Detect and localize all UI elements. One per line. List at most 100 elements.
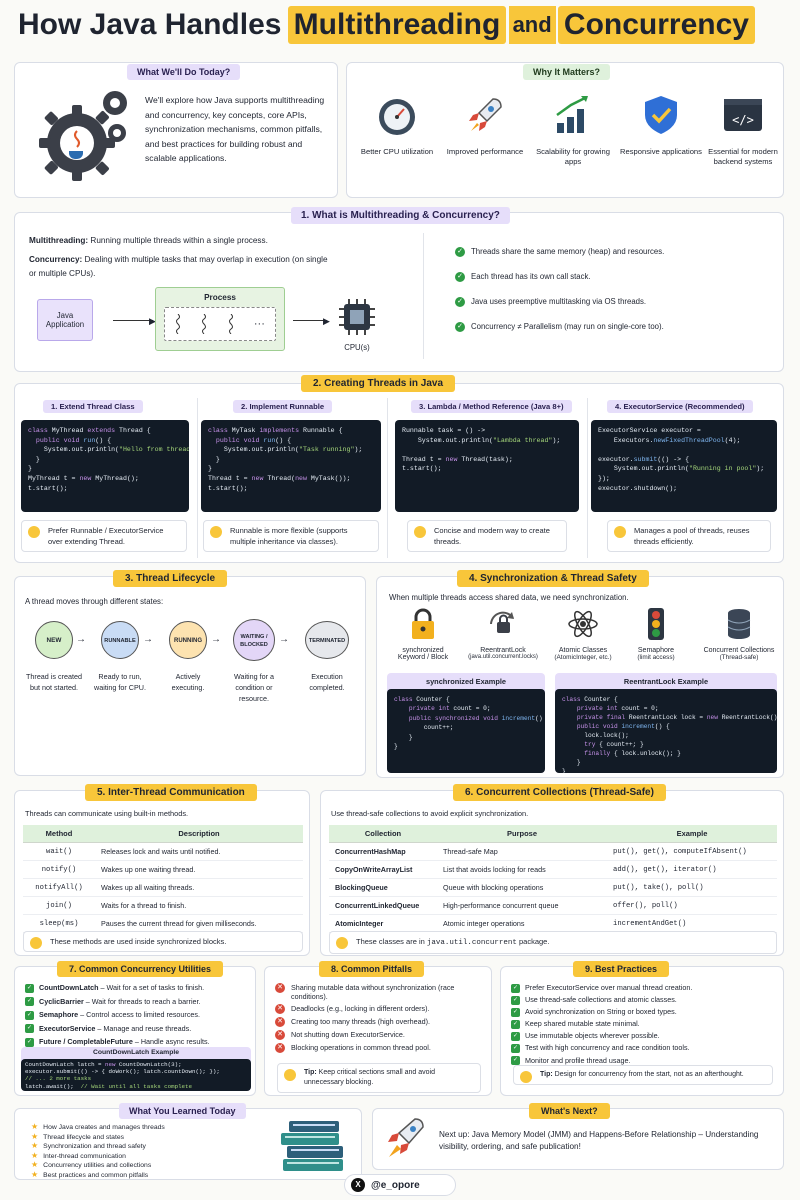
- next-body: Java Memory Model (JMM) and Happens-Befo…: [439, 1130, 759, 1151]
- arrow-process-cpu: [293, 320, 327, 321]
- table-row: notify() Wakes up one waiting thread.: [23, 860, 303, 879]
- code-lambda: Runnable task = () -> System.out.println…: [395, 420, 579, 512]
- thread-dots: ···: [253, 318, 265, 330]
- practice-text: Monitor and profile thread usage.: [525, 1055, 631, 1065]
- check-square-icon: ✓: [25, 1010, 34, 1020]
- concurrency-definition: Concurrency: Dealing with multiple tasks…: [29, 253, 329, 281]
- bulb-icon: [28, 526, 40, 538]
- practice-item: ✓ Test with high concurrency and race con…: [511, 1043, 781, 1054]
- section-4-tag: 4. Synchronization & Thread Safety: [457, 570, 649, 587]
- check-square-icon: ✓: [25, 997, 34, 1007]
- s2-divider-1: [197, 398, 198, 558]
- sync-name: Semaphore: [637, 647, 675, 654]
- s6-tip-code: java.util.concurrent: [426, 939, 517, 947]
- padlock-icon: [412, 608, 434, 639]
- thread-squiggles: ···: [164, 307, 276, 341]
- star-icon: ★: [31, 1150, 39, 1160]
- bulb-icon: [210, 526, 222, 538]
- why-label-performance: Improved performance: [446, 147, 524, 156]
- table-row: BlockingQueue Queue with blocking operati…: [329, 878, 777, 897]
- learned-item: ★ Synchronization and thread safety: [31, 1141, 251, 1152]
- why-card: Why It Matters? Better CPU utilization I…: [346, 62, 784, 198]
- why-item-cpu: Better CPU utilization: [355, 93, 439, 157]
- title-highlight-1: Multithreading: [287, 6, 507, 44]
- utility-name: Future / CompletableFuture: [39, 1037, 133, 1047]
- check-square-icon: ✓: [511, 1056, 520, 1066]
- best-practices-list: ✓ Prefer ExecutorService over manual thre…: [511, 983, 781, 1066]
- table-row: CopyOnWriteArrayList List that avoids loc…: [329, 860, 777, 879]
- collections-table: Collection Purpose Example ConcurrentHashM…: [329, 825, 777, 933]
- table-row: notifyAll() Wakes up all waiting threads.: [23, 878, 303, 897]
- section-8-tag: 8. Common Pitfalls: [319, 961, 425, 977]
- star-icon: ★: [31, 1122, 39, 1131]
- utility-desc: – Wait for a set of tasks to finish.: [100, 983, 205, 992]
- col-header: Description: [95, 825, 303, 843]
- process-label: Process: [204, 293, 236, 302]
- pitfall-text: Deadlocks (e.g., locking in different or…: [291, 1004, 430, 1013]
- collection-cell: BlockingQueue: [329, 878, 437, 897]
- lock-example-label: ReentrantLock Example: [623, 677, 709, 686]
- today-text: We'll explore how Java supports multithr…: [145, 95, 325, 163]
- check-text: Java uses preemptive multitasking via OS…: [471, 297, 647, 307]
- practice-item: ✓ Use immutable objects wherever possible…: [511, 1031, 781, 1041]
- sync-item-atomic: Atomic Classes (AtomicInteger, etc.): [541, 607, 625, 661]
- table-row: join() Waits for a thread to finish.: [23, 896, 303, 915]
- lifecycle-states: NEW → RUNNABLE → RUNNING → WAITING / BLO…: [15, 615, 367, 765]
- state-desc: Thread is created but not started.: [26, 672, 82, 692]
- check-item: ✓ Threads share the same memory (heap) an…: [455, 247, 775, 257]
- desc-cell: Pauses the current thread for given mill…: [95, 914, 303, 933]
- s6-tip: These classes are in java.util.concurren…: [329, 931, 777, 954]
- desc-cell: Wakes up one waiting thread.: [95, 860, 303, 879]
- x-icon: ✕: [275, 1043, 285, 1053]
- utility-desc: – Wait for threads to reach a barrier.: [85, 996, 201, 1006]
- practice-text: Use immutable objects wherever possible.: [525, 1031, 660, 1041]
- code-countdownlatch-example: CountDownLatch latch = new CountDownLatc…: [21, 1059, 251, 1091]
- check-item: ✓ Java uses preemptive multitasking via O…: [455, 297, 775, 308]
- bulb-icon: [30, 937, 42, 949]
- state-terminated: TERMINATED: [305, 621, 349, 659]
- state-desc: Execution completed.: [309, 672, 345, 692]
- practice-item: ✓ Keep shared mutable state minimal.: [511, 1019, 781, 1029]
- learned-item: ★ How Java creates and manages threads: [31, 1122, 251, 1133]
- practice-item: ✓ Use thread-safe collections and atomic …: [511, 995, 781, 1005]
- pitfall-text: Not shutting down ExecutorService.: [291, 1030, 405, 1039]
- star-icon: ★: [31, 1160, 39, 1170]
- section-1-divider: [423, 233, 424, 359]
- why-label-responsive: Responsive applications: [620, 147, 702, 156]
- utility-item: ✓ Semaphore – Control access to limited r…: [25, 1010, 253, 1020]
- why-item-performance: Improved performance: [443, 93, 527, 157]
- utility-desc: – Manage and reuse threads.: [97, 1023, 192, 1033]
- learned-text: Synchronization and thread safety: [43, 1143, 146, 1151]
- bulb-icon: [336, 937, 348, 949]
- atom-icon: [568, 610, 598, 638]
- star-icon: ★: [31, 1141, 39, 1151]
- practice-item: ✓ Prefer ExecutorService over manual thre…: [511, 983, 781, 993]
- learned-item: ★ Concurrency utilities and collections: [31, 1161, 251, 1171]
- section-5-tag: 5. Inter-Thread Communication: [85, 784, 257, 801]
- table-row: ConcurrentLinkedQueue High-performance co…: [329, 896, 777, 915]
- section-9-tag: 9. Best Practices: [573, 961, 670, 977]
- pitfalls-list: ✕ Sharing mutable data without synchroniz…: [275, 983, 489, 1053]
- sync-sub: (Thread-safe): [719, 654, 759, 661]
- why-item-scalability: Scalability for growing apps: [531, 93, 615, 167]
- pitfall-text: Creating too many threads (high overhead…: [291, 1017, 431, 1026]
- why-label-cpu: Better CPU utilization: [360, 147, 434, 156]
- sync-item-semaphore: Semaphore (limit access): [621, 607, 691, 661]
- state-desc: Waiting for a condition or resource.: [233, 672, 275, 703]
- purpose-cell: Queue with blocking operations: [437, 878, 607, 897]
- utility-item: ✓ CyclicBarrier – Wait for threads to rea…: [25, 997, 253, 1007]
- s2-divider-2: [387, 398, 388, 558]
- cpu-chip-icon: [339, 299, 375, 335]
- check-square-icon: ✓: [511, 1031, 520, 1041]
- table-row: wait() Releases lock and waits until noti…: [23, 842, 303, 861]
- code-synchronized-example: class Counter { private int count = 0; p…: [387, 689, 545, 773]
- check-item: ✓ Concurrency ≠ Parallelism (may run on s…: [455, 322, 775, 333]
- utility-item: ✓ ExecutorService – Manage and reuse thre…: [25, 1024, 253, 1034]
- utility-desc: – Handle async results.: [134, 1037, 210, 1047]
- lock-example-panel: ReentrantLock Example class Counter { pr…: [555, 673, 777, 773]
- section-3-tag: 3. Thread Lifecycle: [113, 570, 228, 587]
- col-header: Method: [23, 825, 95, 843]
- sync-name: synchronized: [402, 647, 444, 654]
- check-square-icon: ✓: [25, 1037, 34, 1047]
- social-handle-badge[interactable]: X @e_opore: [344, 1174, 456, 1196]
